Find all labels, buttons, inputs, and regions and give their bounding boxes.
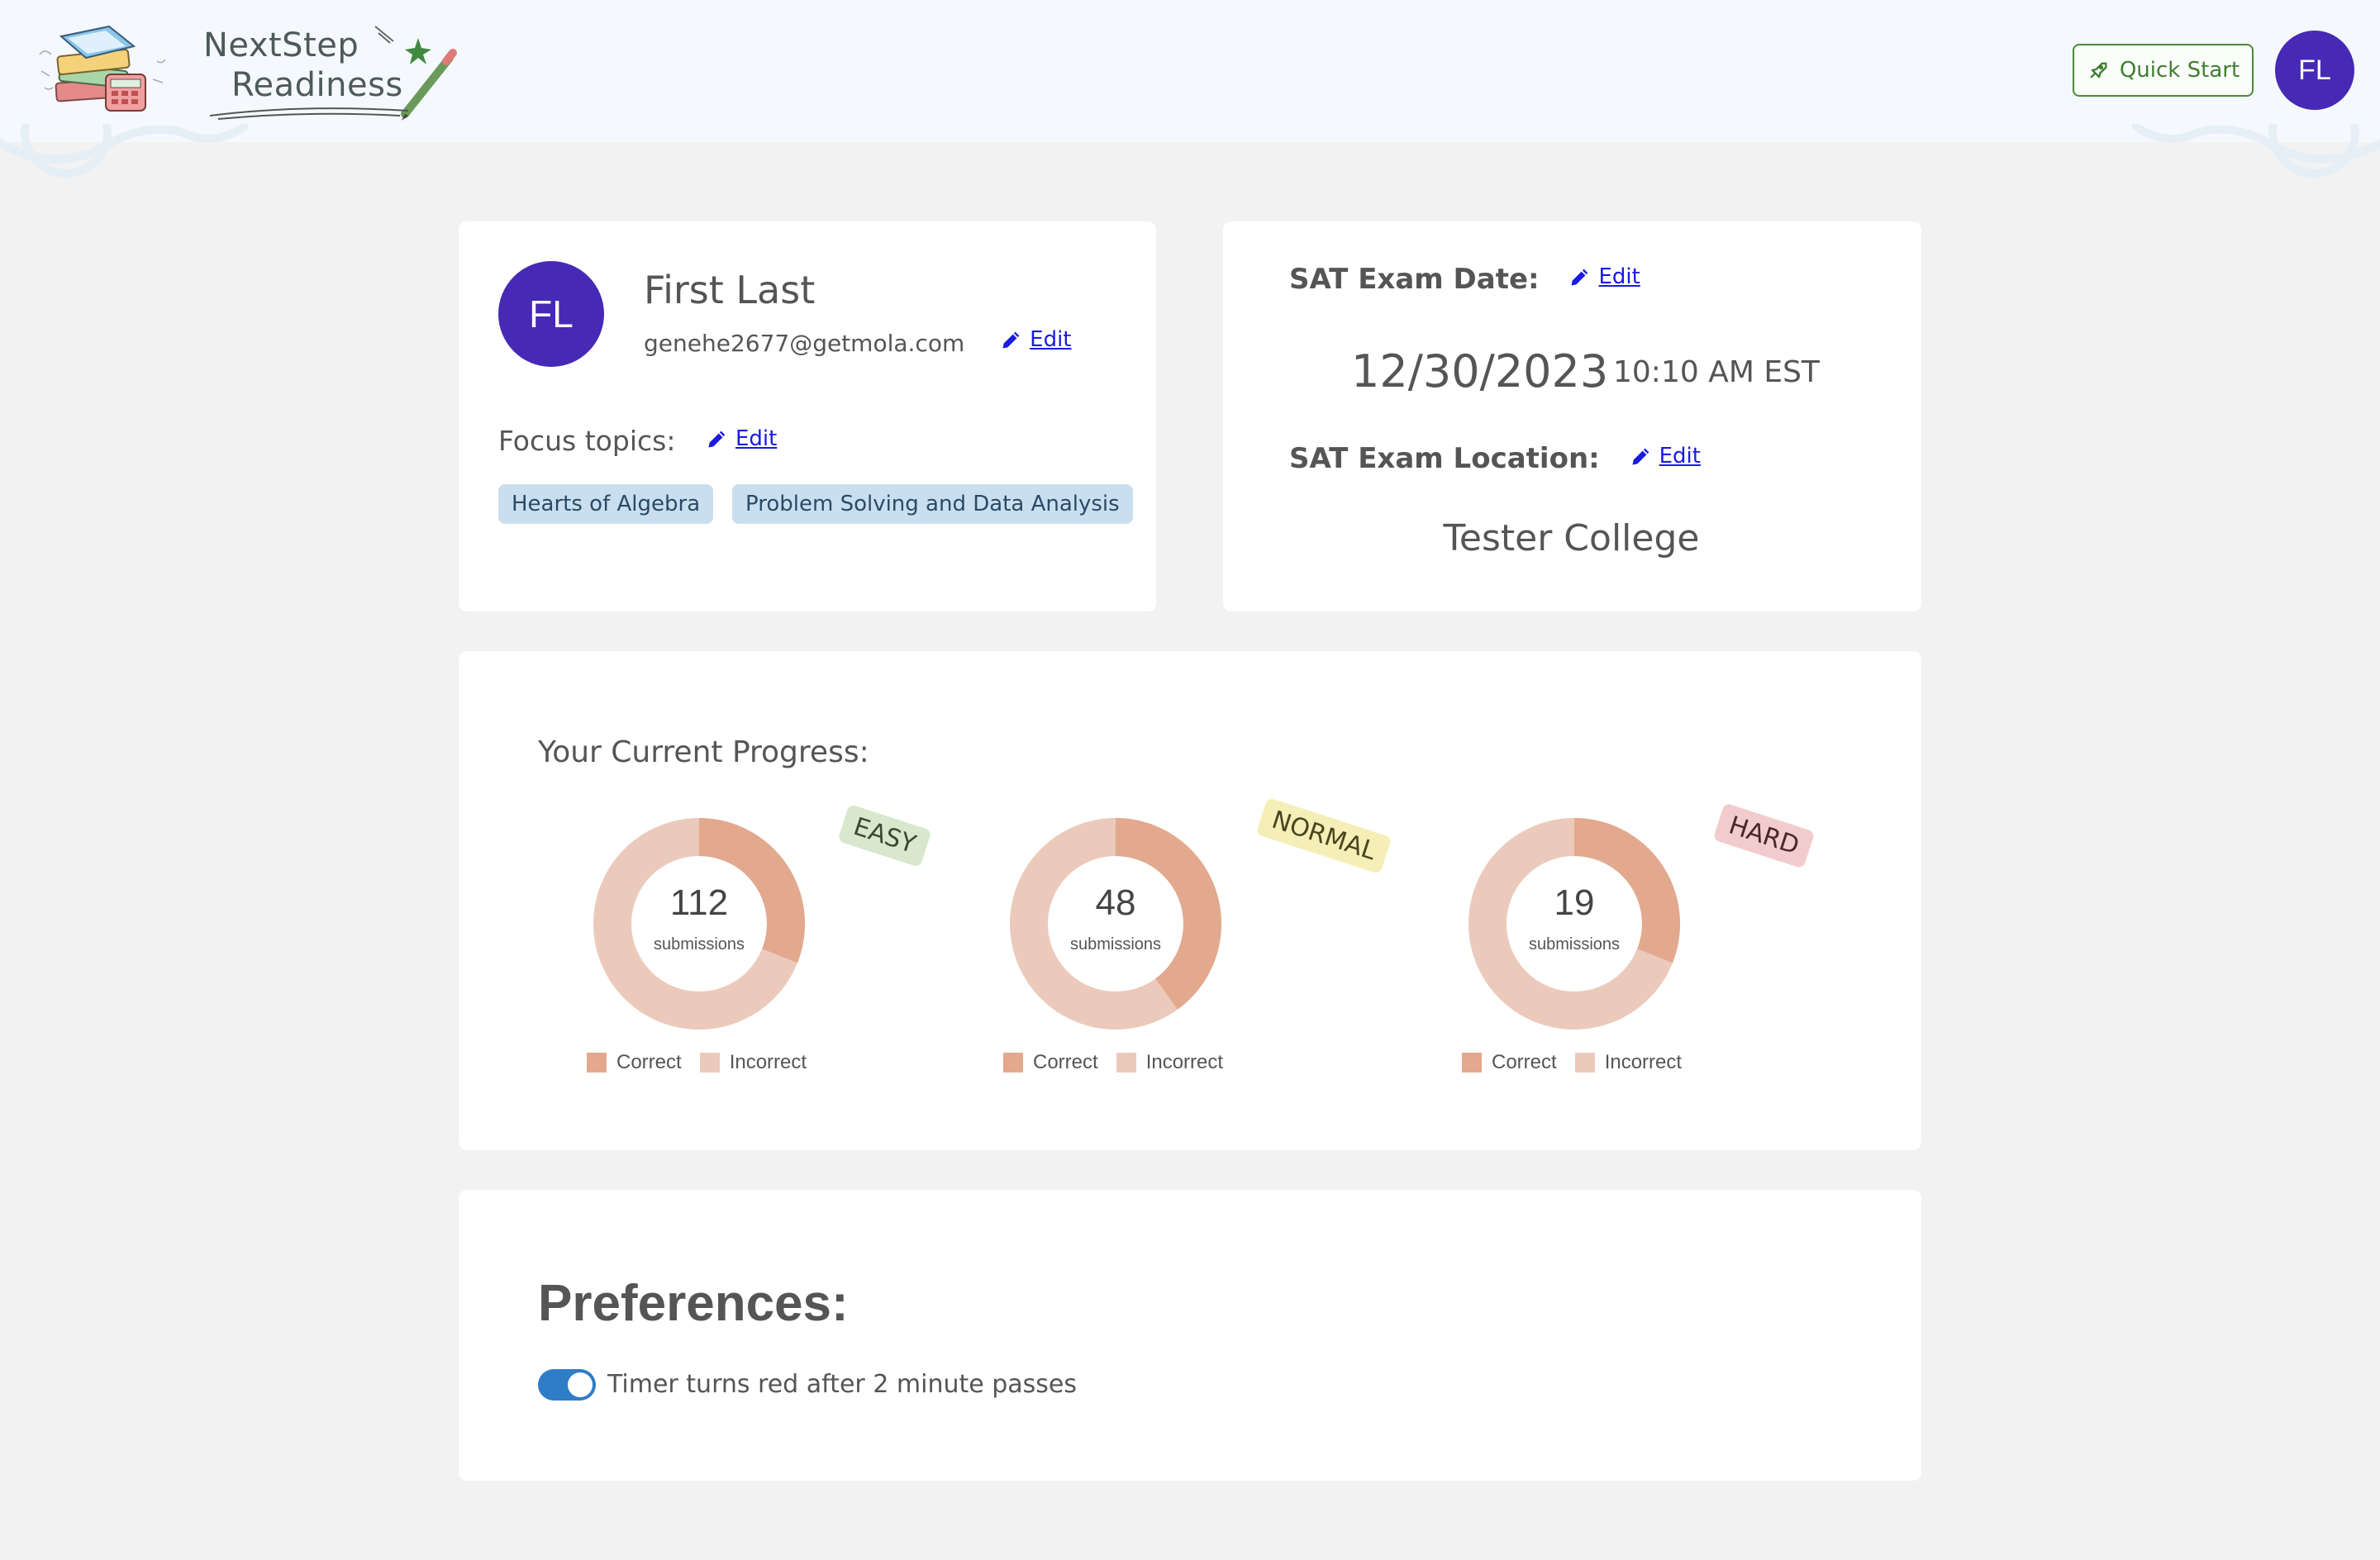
timer-red-label: Timer turns red after 2 minute passes [607,1370,1078,1399]
difficulty-tag-hard: HARD [1712,802,1816,869]
difficulty-tag-easy: EASY [837,803,932,868]
focus-topics-row: Focus topics: Edit [498,425,777,457]
legend-label-correct: Correct [1033,1051,1098,1073]
exam-time-value: 10:10 AM EST [1613,355,1820,389]
edit-profile-label: Edit [1030,327,1072,352]
focus-topics-label: Focus topics: [498,425,676,457]
pencil-icon [1571,269,1588,286]
exam-location-label: SAT Exam Location: [1289,442,1600,475]
edit-profile-link[interactable]: Edit [1000,327,1072,352]
legend-swatch-correct [1003,1053,1023,1072]
brand-logo[interactable]: NextStep Readiness [202,25,466,124]
difficulty-donut-hard: 19 submissions Correct Incorrect [1462,816,1715,1081]
legend-label-incorrect: Incorrect [1604,1051,1683,1073]
edit-focus-topics-label: Edit [735,426,778,451]
progress-title: Your Current Progress: [538,735,869,769]
progress-card: Your Current Progress: 112 submissions Cor… [459,651,1921,1150]
legend-swatch-incorrect [1574,1053,1595,1072]
profile-avatar-initials: FL [529,292,574,335]
submission-count: 112 [669,882,729,923]
focus-topic-chip[interactable]: Hearts of Algebra [498,484,714,524]
profile-card: FL First Last genehe2677@getmola.com Edi… [459,221,1156,611]
exam-date-label: SAT Exam Date: [1289,263,1540,296]
rocket-icon [2090,62,2107,78]
legend-label-correct: Correct [616,1051,682,1073]
focus-topic-chip[interactable]: Problem Solving and Data Analysis [732,484,1133,524]
preferences-card: Preferences: Timer turns red after 2 min… [459,1190,1921,1481]
legend-swatch-correct [587,1053,607,1072]
header-decoration-right [2132,124,2380,178]
submissions-label: submissions [1069,935,1162,954]
legend-swatch-correct [1462,1053,1482,1072]
exam-location-value: Tester College [1443,517,1700,559]
user-avatar-button[interactable]: FL [2275,31,2354,110]
donut-chart [593,818,805,1030]
difficulty-donut-normal: 48 submissions Correct Incorrect [1003,816,1256,1081]
submission-count: 19 [1554,882,1595,923]
donut-chart [1468,818,1680,1030]
pencil-icon [1632,448,1649,465]
header-decoration-left [0,124,248,178]
legend-label-correct: Correct [1492,1051,1557,1073]
donut-legend: Correct Incorrect [1462,1051,1682,1074]
legend-swatch-incorrect [699,1053,720,1072]
edit-exam-date-link[interactable]: Edit [1568,264,1640,289]
quick-start-button[interactable]: Quick Start [2073,44,2254,97]
profile-email: genehe2677@getmola.com [644,330,965,357]
brand-name-line1: NextStep [203,26,359,64]
submissions-label: submissions [653,935,745,954]
profile-avatar: FL [498,261,604,367]
pencil-icon [708,430,726,448]
top-header: NextStep Readiness Quick Start FL [0,0,2380,178]
edit-exam-location-label: Edit [1659,444,1701,468]
donut-legend: Correct Incorrect [587,1051,807,1074]
exam-date-value: 12/30/2023 [1351,345,1609,397]
donut-legend: Correct Incorrect [1003,1051,1223,1074]
exam-location-row: SAT Exam Location: Edit [1289,442,1701,475]
edit-exam-location-link[interactable]: Edit [1630,444,1701,468]
legend-swatch-incorrect [1116,1053,1136,1072]
pencil-icon [1002,331,1020,349]
difficulty-donut-easy: 112 submissions Correct Incorrect [587,816,840,1081]
brand-name-line2: Readiness [231,66,403,104]
edit-focus-topics-link[interactable]: Edit [706,426,777,451]
profile-name: First Last [644,268,816,312]
donut-chart [1010,818,1221,1030]
edit-exam-date-label: Edit [1598,264,1640,289]
toggle-knob [568,1372,593,1397]
books-calculator-logo-icon [39,25,166,112]
preferences-title: Preferences: [538,1275,849,1332]
difficulty-tag-normal: NORMAL [1255,797,1392,875]
exam-info-card: SAT Exam Date: Edit 12/30/2023 10:10 AM … [1223,221,1921,611]
submission-count: 48 [1095,882,1136,923]
avatar-initials: FL [2298,54,2331,86]
profile-email-row: genehe2677@getmola.com Edit [644,327,1072,357]
legend-label-incorrect: Incorrect [1145,1051,1224,1073]
exam-date-row: SAT Exam Date: Edit [1289,263,1640,296]
timer-red-toggle[interactable] [538,1369,596,1401]
submissions-label: submissions [1528,935,1621,954]
legend-label-incorrect: Incorrect [729,1051,807,1073]
quick-start-label: Quick Start [2119,58,2240,83]
